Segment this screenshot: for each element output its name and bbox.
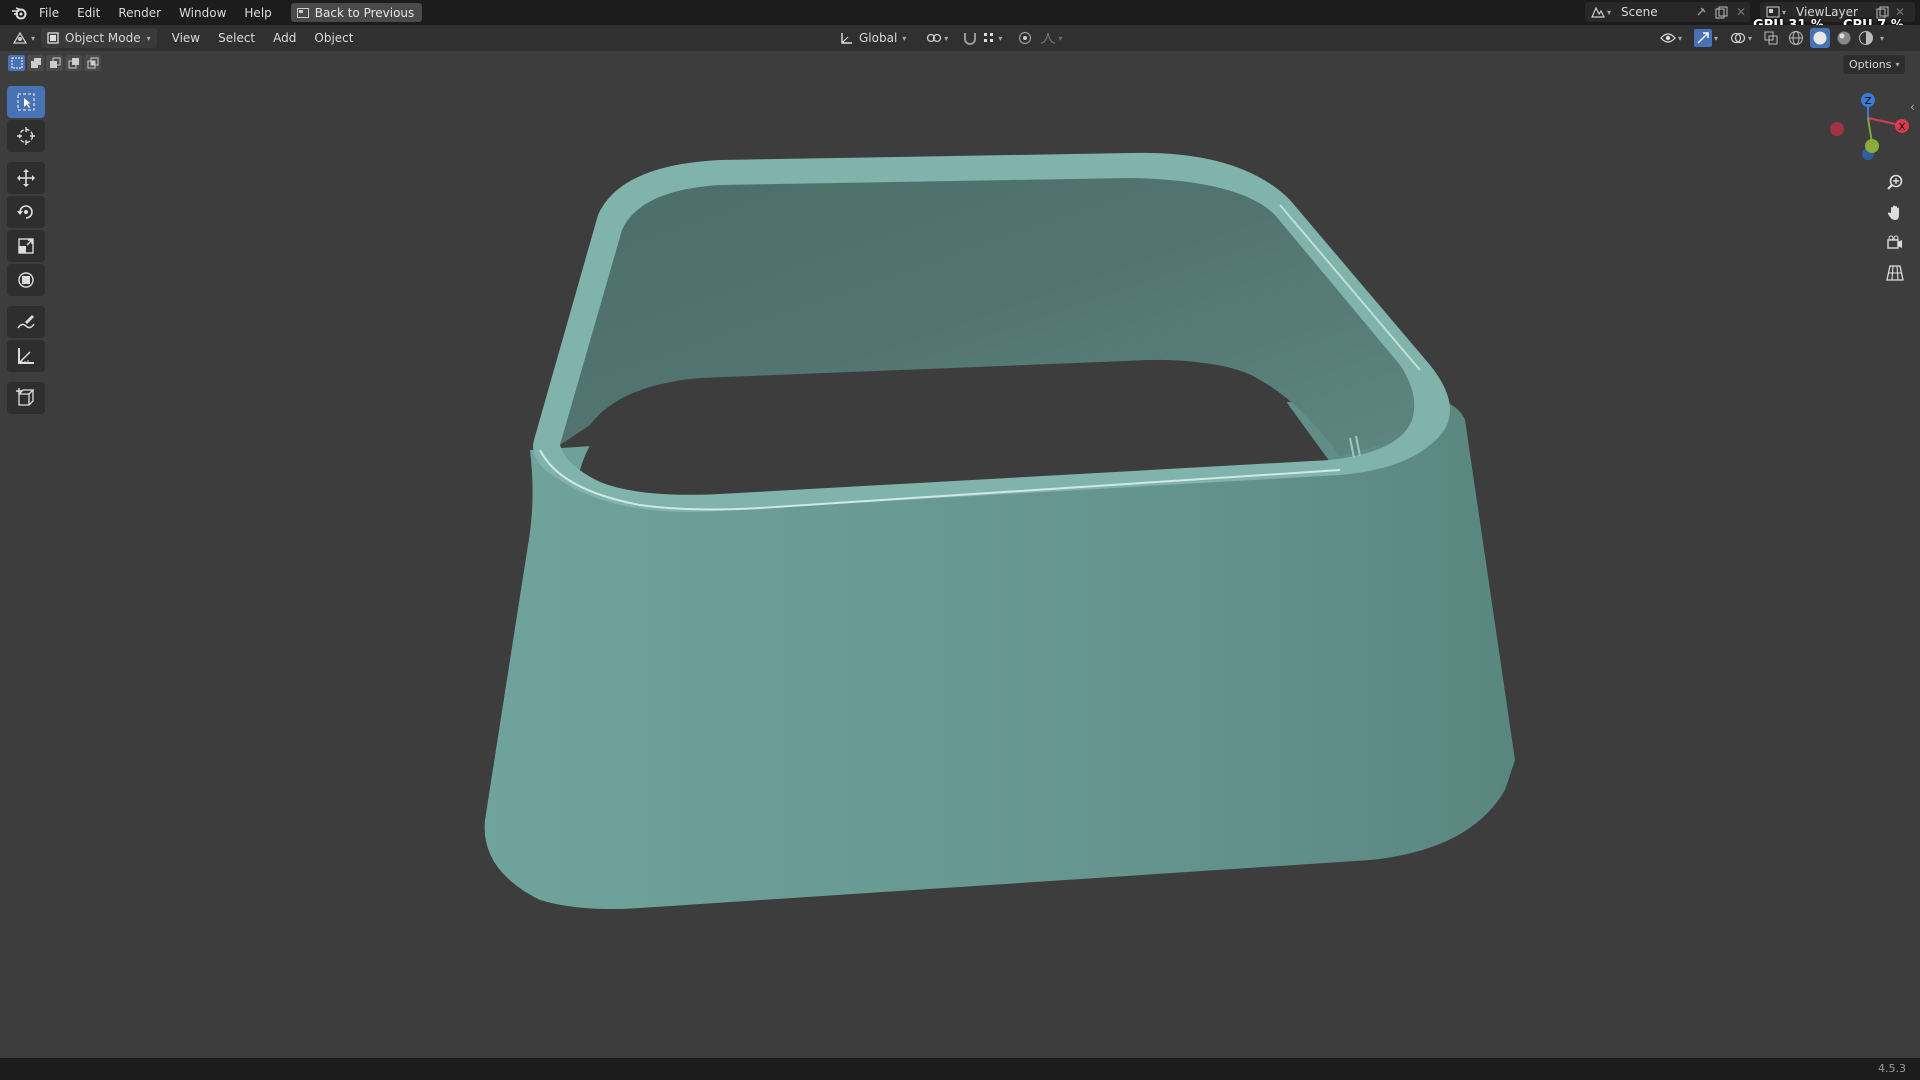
move-icon xyxy=(16,168,36,188)
gizmo-z-label: Z xyxy=(1865,96,1872,107)
rotate-tool[interactable] xyxy=(7,196,45,228)
cursor-icon xyxy=(16,126,36,146)
gizmo-x-label: X xyxy=(1899,122,1906,133)
measure-tool[interactable] xyxy=(7,340,45,372)
blender-version: 4.5.3 xyxy=(1878,1062,1906,1075)
status-bar: 4.5.3 xyxy=(0,1058,1920,1080)
rotate-icon xyxy=(16,202,36,222)
sidebar-collapse-chevron-icon[interactable]: ‹ xyxy=(1910,100,1915,114)
perspective-toggle-button[interactable] xyxy=(1880,260,1910,286)
cursor-tool[interactable] xyxy=(7,120,45,152)
hand-icon xyxy=(1886,204,1904,222)
scale-tool[interactable] xyxy=(7,230,45,262)
transform-tool[interactable] xyxy=(7,264,45,296)
tool-shelf xyxy=(7,86,47,414)
camera-view-button[interactable] xyxy=(1880,230,1910,256)
measure-ruler-icon xyxy=(16,346,36,366)
scale-icon xyxy=(16,236,36,256)
navigation-gizmo[interactable]: Z X xyxy=(1820,88,1910,168)
gizmo-neg-x-axis[interactable] xyxy=(1830,122,1844,136)
select-box-tool[interactable] xyxy=(7,86,45,118)
add-cube-icon xyxy=(15,388,37,408)
gizmo-y-axis[interactable] xyxy=(1865,139,1879,153)
move-tool[interactable] xyxy=(7,162,45,194)
zoom-icon xyxy=(1886,174,1904,192)
zoom-view-button[interactable] xyxy=(1880,170,1910,196)
camera-icon xyxy=(1886,234,1904,252)
select-box-icon xyxy=(16,92,36,112)
add-cube-tool[interactable] xyxy=(7,382,45,414)
grid-perspective-icon xyxy=(1886,264,1904,282)
annotate-pencil-icon xyxy=(16,312,36,332)
transform-icon xyxy=(16,270,36,290)
viewport-3d-object[interactable] xyxy=(0,0,1920,1080)
annotate-tool[interactable] xyxy=(7,306,45,338)
viewport-navigation-buttons xyxy=(1880,170,1910,286)
pan-view-button[interactable] xyxy=(1880,200,1910,226)
